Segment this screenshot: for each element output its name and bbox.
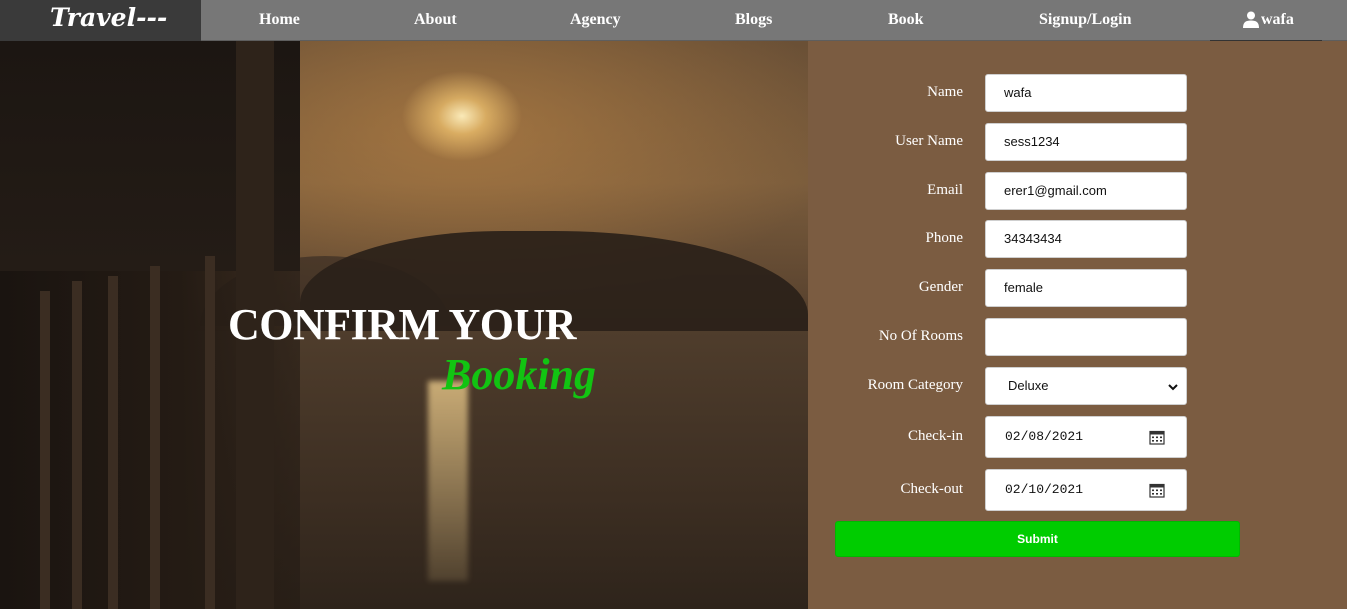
room-category-select[interactable]: Deluxe [985, 367, 1187, 405]
phone-input[interactable]: 34343434 [985, 220, 1187, 258]
hero-dock-post [205, 256, 215, 609]
nav-home-link[interactable]: Home [259, 11, 300, 29]
nav-agency-link[interactable]: Agency [570, 11, 621, 29]
user-name: wafa [1261, 11, 1294, 28]
phone-label: Phone [925, 230, 964, 246]
username-input[interactable]: sess1234 [985, 123, 1187, 161]
checkout-label: Check-out [900, 481, 963, 497]
calendar-icon[interactable] [1149, 482, 1165, 498]
hero-subtitle: Booking [442, 350, 597, 399]
booking-form: Name wafa User Name sess1234 Email erer1… [808, 41, 1347, 609]
nav-signup-login-link[interactable]: Signup/Login [1039, 11, 1132, 29]
hero-title: CONFIRM YOUR [228, 300, 577, 349]
checkin-date-input[interactable]: 02/08/2021 [985, 416, 1187, 458]
nav-book-link[interactable]: Book [888, 11, 924, 29]
hero-sun-reflection [428, 381, 468, 581]
email-input[interactable]: erer1@gmail.com [985, 172, 1187, 210]
user-icon [1243, 11, 1259, 28]
hero-banner: CONFIRM YOUR Booking [0, 41, 808, 609]
name-label: Name [927, 84, 963, 100]
hero-dock-post [108, 276, 118, 609]
submit-button[interactable]: Submit [835, 521, 1240, 557]
name-input[interactable]: wafa [985, 74, 1187, 112]
checkin-date-value: 02/08/2021 [1005, 429, 1084, 444]
hero-dock-post [40, 291, 50, 609]
gender-label: Gender [918, 279, 963, 295]
rooms-input[interactable] [985, 318, 1187, 356]
user-menu[interactable]: wafa [1210, 0, 1322, 41]
email-label: Email [927, 182, 963, 198]
calendar-icon[interactable] [1149, 429, 1165, 445]
rooms-label: No Of Rooms [878, 328, 963, 344]
username-label: User Name [895, 133, 963, 149]
checkout-date-value: 02/10/2021 [1005, 482, 1084, 497]
logo-container[interactable]: Travel--- [0, 0, 201, 41]
gender-input[interactable]: female [985, 269, 1187, 307]
room-category-label: Room Category [867, 377, 963, 393]
brand-logo[interactable]: Travel--- [50, 3, 167, 32]
nav-blogs-link[interactable]: Blogs [735, 11, 772, 29]
top-navbar: Travel--- Home About Agency Blogs Book S… [0, 0, 1347, 41]
chevron-down-icon [1168, 384, 1178, 391]
nav-about-link[interactable]: About [414, 11, 457, 29]
hero-dock-post [150, 266, 160, 609]
hero-dock-post [72, 281, 82, 609]
checkout-date-input[interactable]: 02/10/2021 [985, 469, 1187, 511]
checkin-label: Check-in [908, 428, 963, 444]
room-category-value: Deluxe [1008, 378, 1049, 393]
